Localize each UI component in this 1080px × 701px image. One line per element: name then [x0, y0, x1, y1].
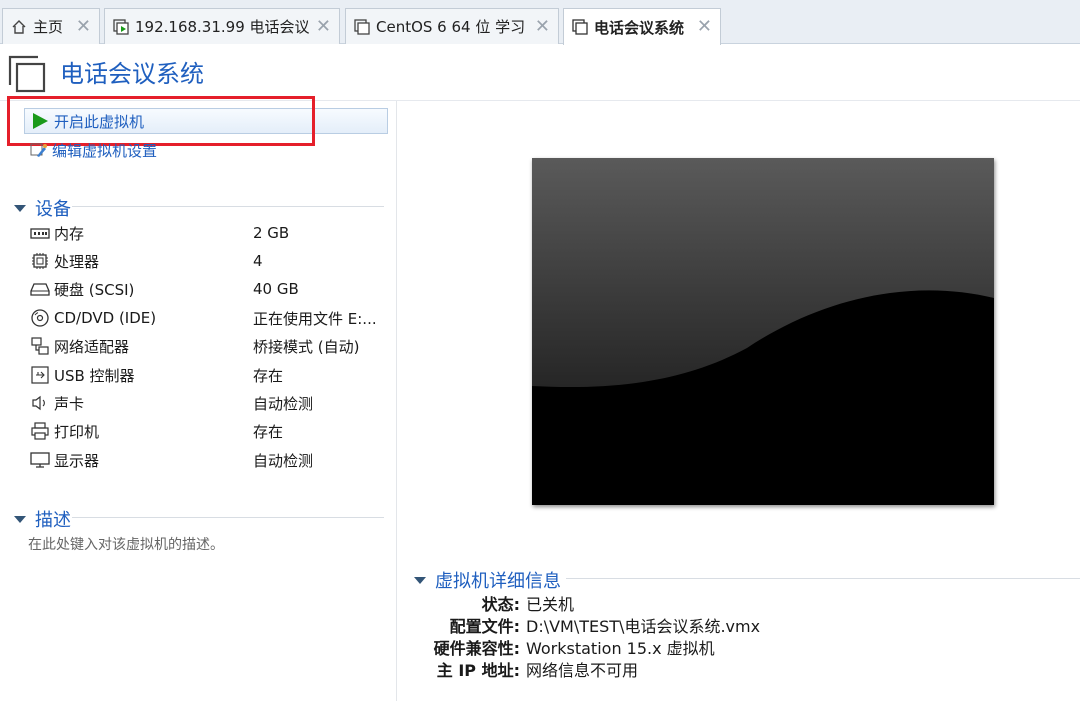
usb-icon — [30, 366, 50, 384]
device-name: 网络适配器 — [54, 337, 130, 356]
vm-icon — [572, 19, 588, 35]
cpu-icon — [30, 252, 50, 270]
panel-divider — [396, 101, 397, 701]
home-icon — [11, 19, 27, 35]
device-name: USB 控制器 — [54, 366, 135, 385]
device-row-usb[interactable]: USB 控制器 存在 — [30, 363, 390, 387]
detail-key: 状态: — [481, 595, 520, 614]
device-row-sound[interactable]: 声卡 自动检测 — [30, 391, 390, 415]
close-icon[interactable]: ✕ — [76, 16, 91, 37]
device-row-cd-dvd[interactable]: CD/DVD (IDE) 正在使用文件 E:... — [30, 306, 390, 330]
sound-card-icon — [30, 394, 50, 412]
tab-bar: 主页 ✕ 192.168.31.99 电话会议 ✕ CentOS 6 64 位 … — [0, 0, 1080, 45]
memory-icon — [30, 224, 50, 242]
device-value: 正在使用文件 E:... — [253, 309, 377, 328]
device-value: 40 GB — [253, 280, 299, 298]
annotation-highlight-box — [7, 96, 315, 146]
devices-section-header[interactable]: 设备 — [12, 195, 71, 221]
section-title: 虚拟机详细信息 — [435, 571, 561, 592]
device-name: 打印机 — [54, 422, 100, 441]
detail-key: 配置文件: — [449, 617, 520, 636]
close-icon[interactable]: ✕ — [316, 16, 331, 37]
hard-disk-icon — [30, 280, 50, 298]
detail-value: D:\VM\TEST\电话会议系统.vmx — [526, 617, 761, 636]
edit-settings-label: 编辑虚拟机设置 — [52, 141, 158, 160]
printer-icon — [30, 422, 50, 440]
device-name: 处理器 — [54, 252, 100, 271]
device-value: 自动检测 — [253, 451, 314, 470]
device-row-hard-disk[interactable]: 硬盘 (SCSI) 40 GB — [30, 277, 390, 301]
detail-key: 主 IP 地址: — [436, 661, 520, 680]
divider — [72, 206, 384, 207]
description-input[interactable]: 在此处键入对该虚拟机的描述。 — [28, 534, 224, 554]
divider — [72, 517, 384, 518]
display-icon — [30, 451, 50, 469]
section-title: 设备 — [35, 199, 71, 220]
device-row-memory[interactable]: 内存 2 GB — [30, 221, 390, 245]
device-name: 显示器 — [54, 451, 100, 470]
tab-label: 电话会议系统 — [594, 18, 685, 37]
collapse-triangle-icon — [14, 515, 26, 523]
detail-value: 网络信息不可用 — [526, 661, 639, 680]
vm-icon — [354, 18, 370, 35]
collapse-triangle-icon — [414, 576, 426, 584]
vm-running-icon — [113, 18, 129, 35]
section-title: 描述 — [35, 510, 71, 531]
tab-centos[interactable]: CentOS 6 64 位 学习 ✕ — [345, 8, 559, 44]
vm-details-section-header[interactable]: 虚拟机详细信息 — [412, 567, 561, 593]
device-value: 存在 — [253, 366, 284, 385]
detail-row-config-file: 配置文件: D:\VM\TEST\电话会议系统.vmx — [408, 614, 760, 636]
tab-label: 主页 — [33, 18, 64, 36]
edit-settings-link[interactable]: 编辑虚拟机设置 — [30, 140, 157, 160]
device-value: 自动检测 — [253, 394, 314, 413]
tab-home[interactable]: 主页 ✕ — [2, 8, 100, 44]
device-row-cpu[interactable]: 处理器 4 — [30, 249, 390, 273]
close-icon[interactable]: ✕ — [697, 16, 712, 37]
preview-image — [532, 158, 994, 505]
network-adapter-icon — [30, 337, 50, 355]
device-value: 4 — [253, 252, 263, 270]
device-name: 声卡 — [54, 394, 85, 413]
detail-value: Workstation 15.x 虚拟机 — [526, 639, 715, 658]
vm-screen-preview[interactable] — [532, 158, 994, 505]
cd-dvd-icon — [30, 309, 50, 327]
device-value: 存在 — [253, 422, 284, 441]
collapse-triangle-icon — [14, 204, 26, 212]
tab-remote-vm[interactable]: 192.168.31.99 电话会议 ✕ — [104, 8, 340, 44]
description-section-header[interactable]: 描述 — [12, 506, 71, 532]
device-name: 硬盘 (SCSI) — [54, 280, 135, 299]
device-row-printer[interactable]: 打印机 存在 — [30, 419, 390, 443]
close-icon[interactable]: ✕ — [535, 16, 550, 37]
detail-value: 已关机 — [526, 595, 575, 614]
divider — [566, 578, 1080, 579]
detail-row-ip-address: 主 IP 地址: 网络信息不可用 — [408, 658, 638, 680]
tab-label: 192.168.31.99 电话会议 — [135, 18, 310, 36]
device-value: 2 GB — [253, 224, 290, 242]
device-name: CD/DVD (IDE) — [54, 309, 157, 327]
tab-label: CentOS 6 64 位 学习 — [376, 18, 526, 36]
edit-settings-icon — [30, 142, 48, 158]
detail-row-compatibility: 硬件兼容性: Workstation 15.x 虚拟机 — [408, 636, 715, 658]
page-title: 电话会议系统 — [60, 60, 204, 88]
vm-large-icon — [8, 55, 46, 93]
detail-row-state: 状态: 已关机 — [408, 592, 574, 614]
device-row-network[interactable]: 网络适配器 桥接模式 (自动) — [30, 334, 390, 358]
tab-current-vm[interactable]: 电话会议系统 ✕ — [563, 8, 721, 45]
device-value: 桥接模式 (自动) — [253, 337, 360, 356]
detail-key: 硬件兼容性: — [433, 639, 520, 658]
device-name: 内存 — [54, 224, 85, 243]
device-row-display[interactable]: 显示器 自动检测 — [30, 448, 390, 472]
